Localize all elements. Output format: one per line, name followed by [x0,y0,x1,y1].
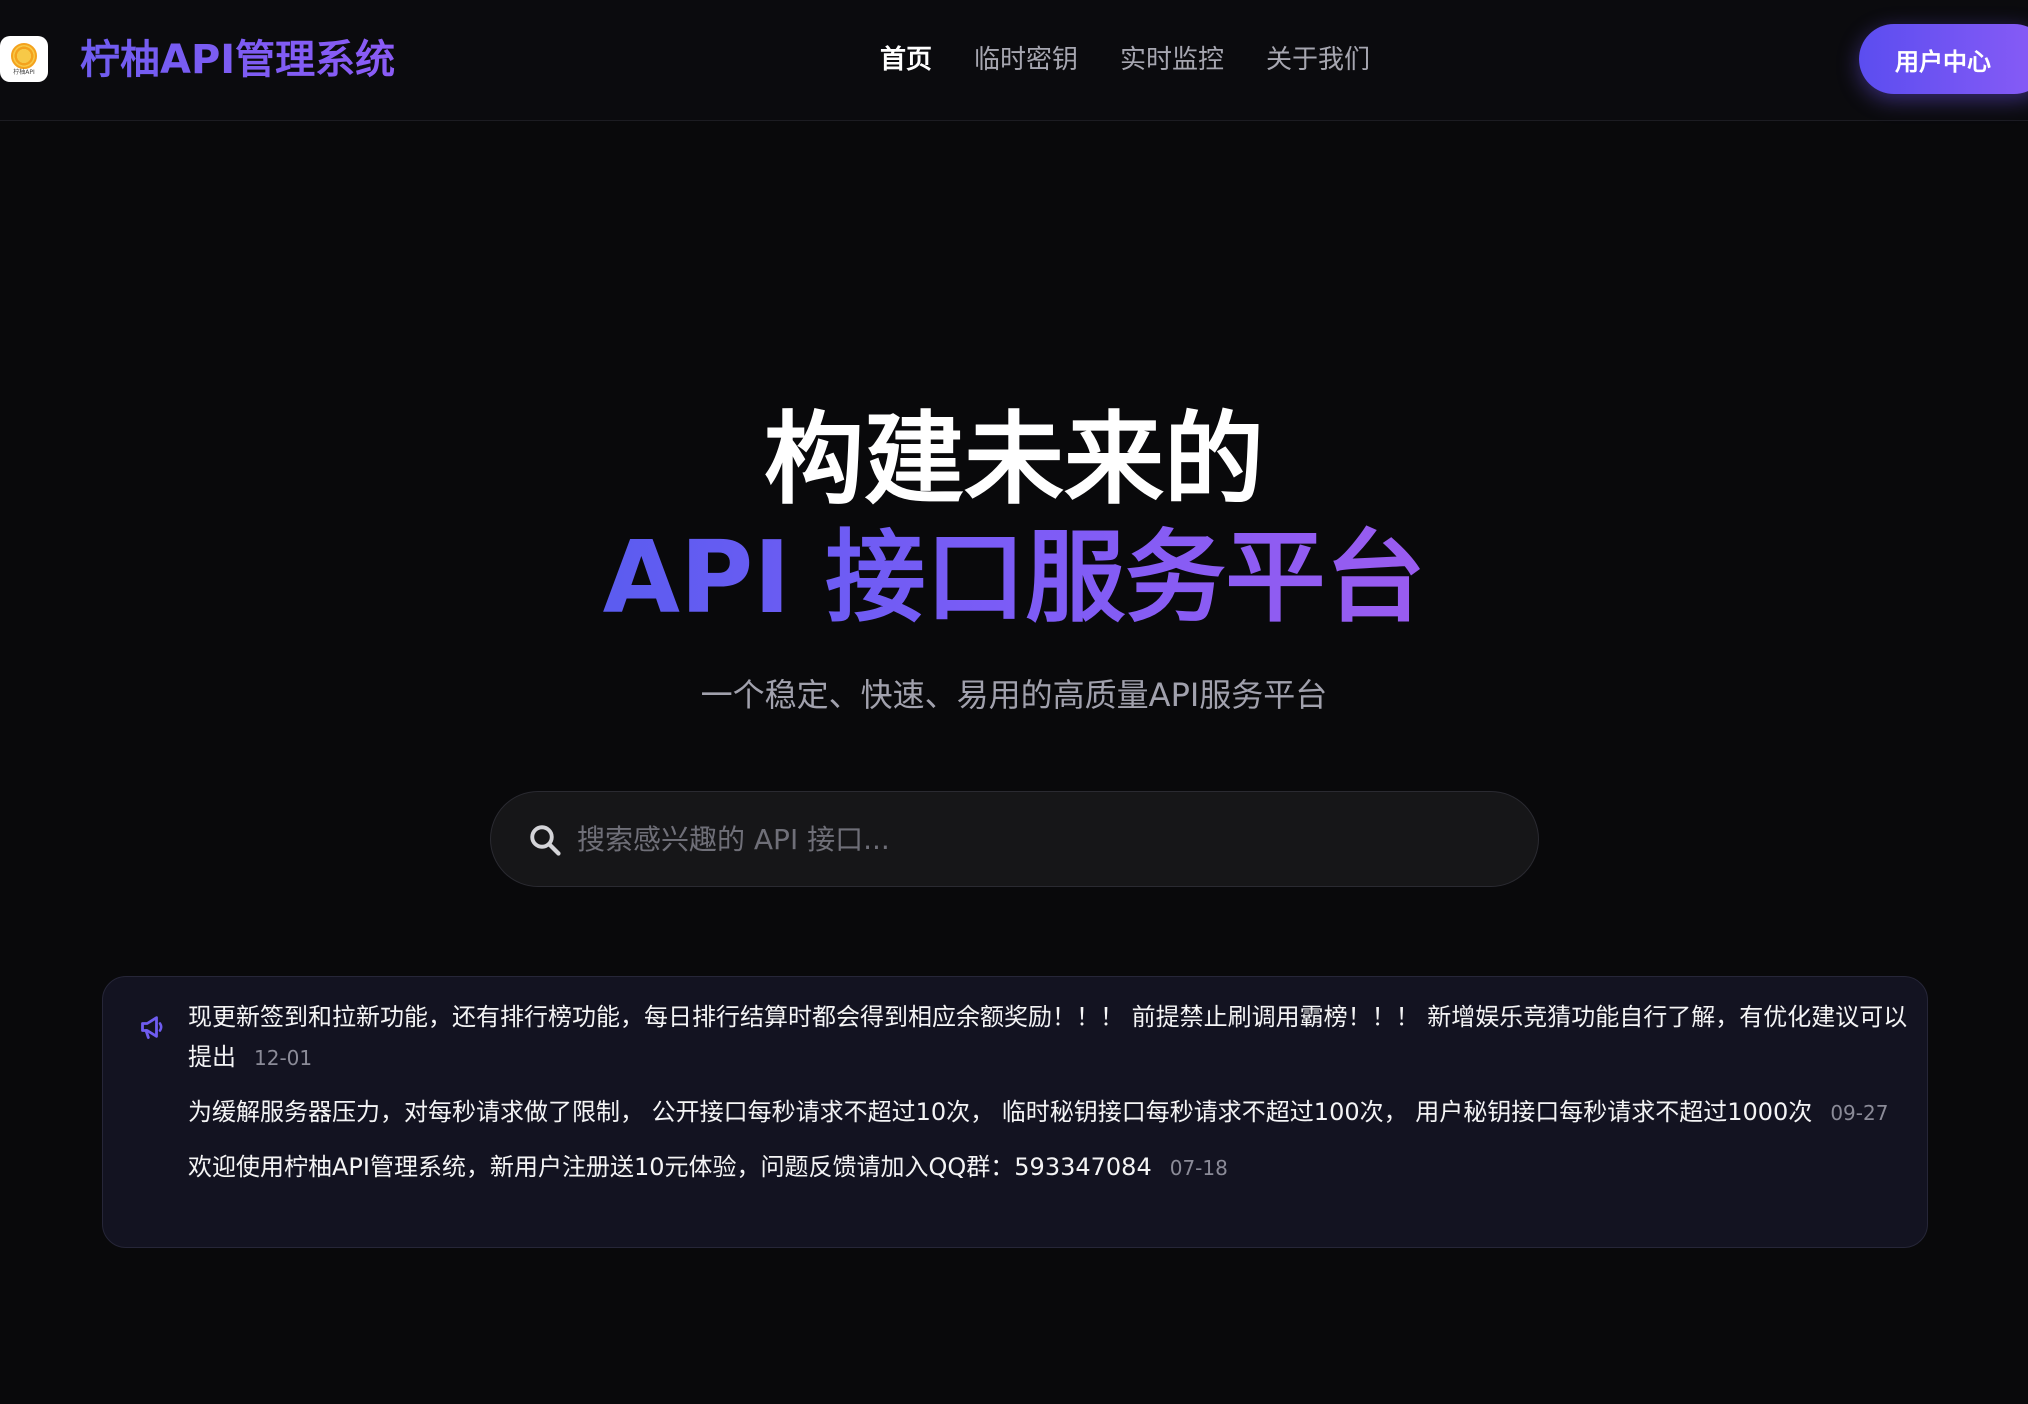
announcement-text: 现更新签到和拉新功能，还有排行榜功能，每日排行结算时都会得到相应余额奖励！！！ … [188,1003,1908,1071]
brand-title[interactable]: 柠柚API管理系统 [80,30,395,90]
announcement-list: 现更新签到和拉新功能，还有排行榜功能，每日排行结算时都会得到相应余额奖励！！！ … [188,997,1908,1188]
announcement-item[interactable]: 现更新签到和拉新功能，还有排行榜功能，每日排行结算时都会得到相应余额奖励！！！ … [188,997,1908,1078]
top-header: 柠柚API 柠柚API管理系统 首页 临时密钥 实时监控 关于我们 用户中心 [0,0,2028,121]
search-bar[interactable] [490,791,1539,887]
hero-subtitle: 一个稳定、快速、易用的高质量API服务平台 [700,676,1328,714]
search-icon [530,825,561,856]
nav-item-monitor[interactable]: 实时监控 [1120,36,1224,84]
sun-logo-icon [11,42,37,69]
nav-item-home[interactable]: 首页 [880,36,932,84]
hero-title-gradient: API 接口服务平台 [602,519,1426,636]
announcement-date: 12-01 [254,1046,313,1070]
announcement-panel: 现更新签到和拉新功能，还有排行榜功能，每日排行结算时都会得到相应余额奖励！！！ … [102,976,1928,1248]
nav-item-about[interactable]: 关于我们 [1266,36,1370,84]
nav-item-temp-key[interactable]: 临时密钥 [974,36,1078,84]
announcement-item[interactable]: 为缓解服务器压力，对每秒请求做了限制， 公开接口每秒请求不超过10次， 临时秘钥… [188,1092,1908,1133]
logo-caption: 柠柚API [13,68,35,76]
megaphone-icon [141,1016,163,1039]
hero-title-line2: API 接口服务平台 [0,518,2028,638]
hero-title-line1: 构建未来的 [764,401,1264,518]
announcement-text: 为缓解服务器压力，对每秒请求做了限制， 公开接口每秒请求不超过10次， 临时秘钥… [188,1098,1813,1126]
page: 柠柚API 柠柚API管理系统 首页 临时密钥 实时监控 关于我们 用户中心 构… [0,0,2028,1404]
announcement-item[interactable]: 欢迎使用柠柚API管理系统，新用户注册送10元体验，问题反馈请加入QQ群：593… [188,1147,1908,1188]
announcement-date: 07-18 [1169,1156,1228,1180]
announcement-date: 09-27 [1830,1101,1889,1125]
user-center-button[interactable]: 用户中心 [1859,24,2028,94]
announcement-text: 欢迎使用柠柚API管理系统，新用户注册送10元体验，问题反馈请加入QQ群：593… [188,1153,1152,1181]
main-nav: 首页 临时密钥 实时监控 关于我们 [880,36,1370,84]
search-input[interactable] [577,792,1477,886]
logo[interactable]: 柠柚API [0,36,48,82]
